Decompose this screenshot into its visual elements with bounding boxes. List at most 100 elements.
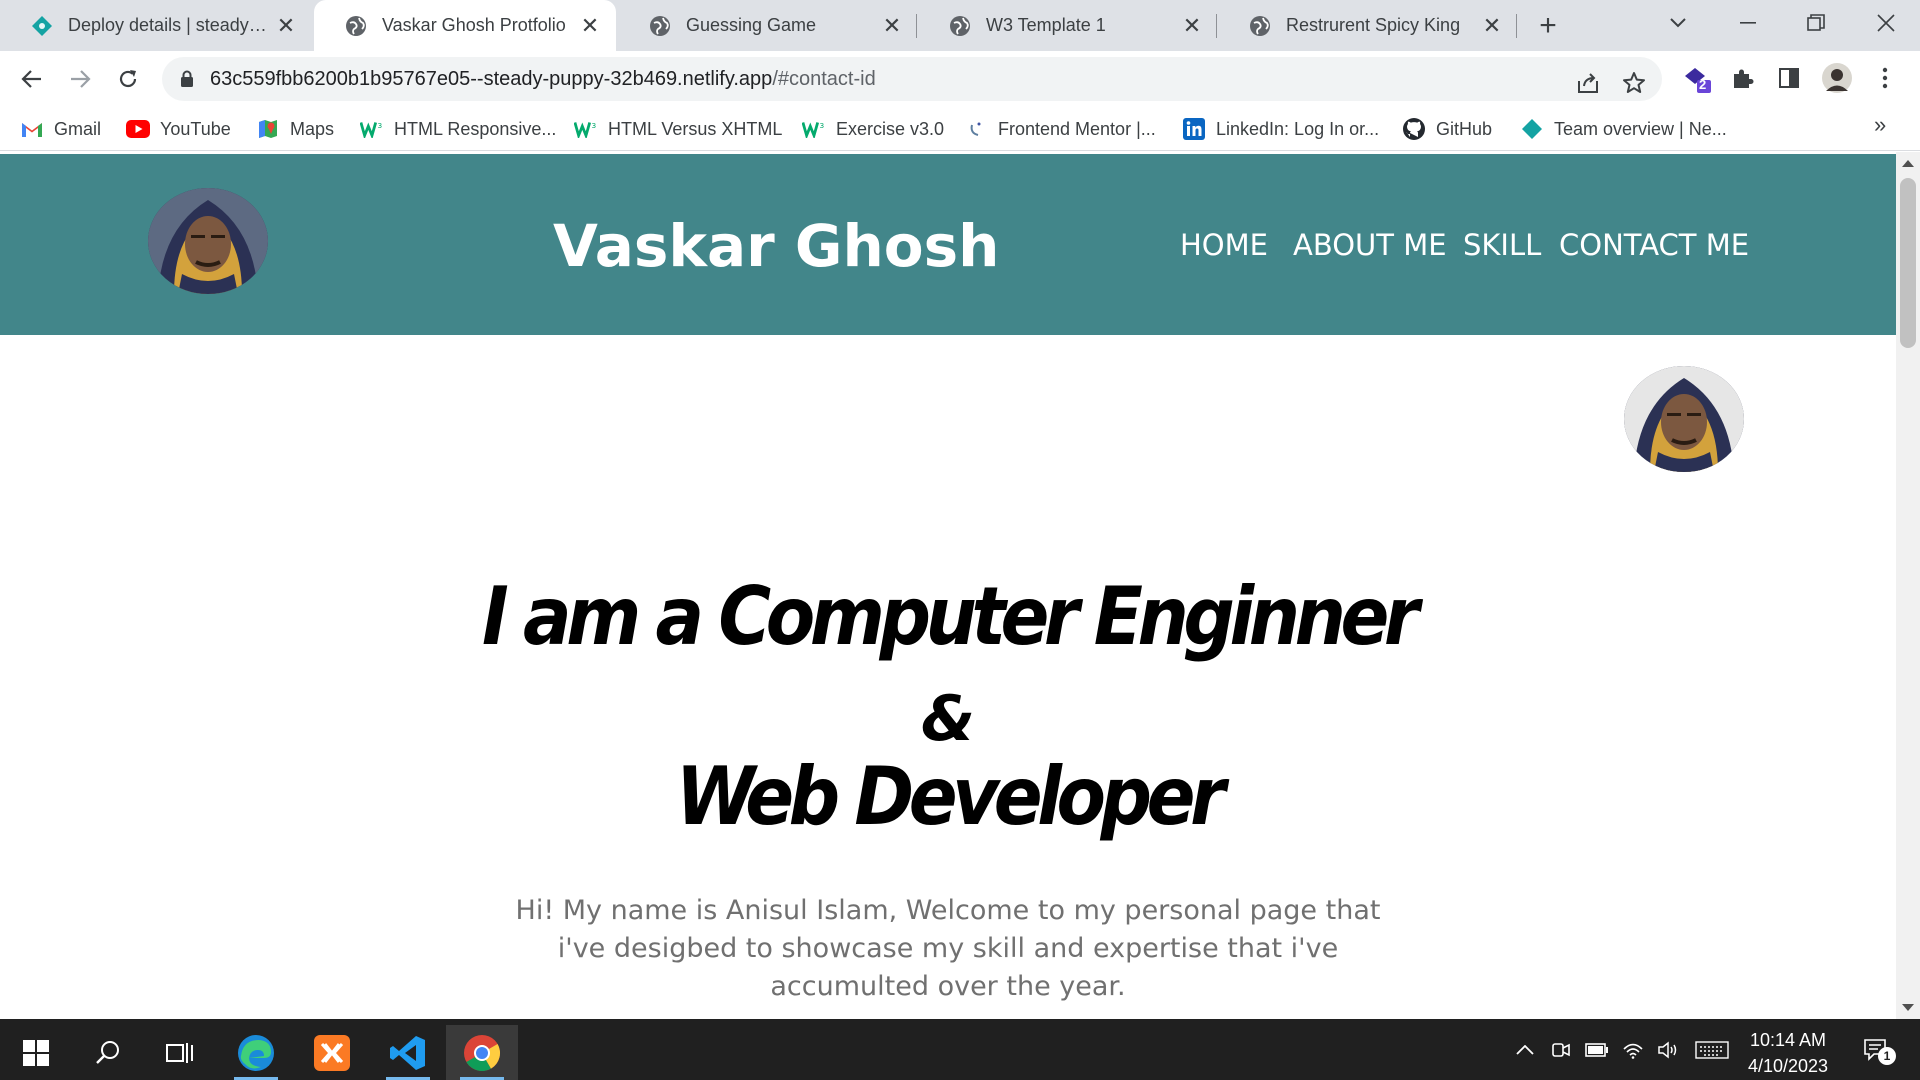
hero-heading-line-2: Web Developer <box>675 750 1226 843</box>
tab-title: Restrurent Spicy King <box>1286 15 1461 35</box>
bookmarks-overflow-button[interactable]: » <box>1874 112 1886 138</box>
bookmark-star-icon[interactable] <box>1618 67 1650 99</box>
svg-text:3: 3 <box>592 121 597 130</box>
wifi-icon[interactable] <box>1618 1037 1648 1063</box>
share-icon[interactable] <box>1572 67 1604 99</box>
tab-guessing-game[interactable]: Guessing Game ✕ <box>618 0 918 51</box>
scroll-up-arrow-icon[interactable] <box>1902 160 1914 167</box>
volume-icon[interactable] <box>1654 1037 1684 1063</box>
restore-window-icon[interactable] <box>1782 0 1850 46</box>
meet-now-icon[interactable] <box>1546 1037 1576 1063</box>
address-bar[interactable]: 63c559fbb6200b1b95767e05--steady-puppy-3… <box>162 57 1662 101</box>
tab-w3-template[interactable]: W3 Template 1 ✕ <box>918 0 1218 51</box>
scroll-down-arrow-icon[interactable] <box>1902 1004 1914 1011</box>
bookmark-label: HTML Responsive... <box>394 118 557 139</box>
extensions-puzzle-icon[interactable] <box>1726 61 1760 95</box>
close-window-icon[interactable] <box>1852 0 1920 46</box>
site-title: Vaskar Ghosh <box>553 212 1000 280</box>
close-tab-icon[interactable]: ✕ <box>1176 10 1208 42</box>
bookmarks-bar: Gmail YouTube Maps 3 HTML Responsive... … <box>0 107 1920 151</box>
tab-restaurant-spicy-king[interactable]: Restrurent Spicy King ✕ <box>1218 0 1518 51</box>
frontend-mentor-icon <box>964 117 988 141</box>
task-view-icon[interactable] <box>144 1025 216 1080</box>
forward-arrow-icon[interactable] <box>62 61 98 97</box>
globe-icon <box>344 14 368 38</box>
clock-date: 4/10/2023 <box>1747 1056 1829 1076</box>
tab-deploy-details[interactable]: Deploy details | steady-pu ✕ <box>0 0 312 51</box>
svg-text:3: 3 <box>378 121 383 130</box>
browser-toolbar: 63c559fbb6200b1b95767e05--steady-puppy-3… <box>0 51 1920 107</box>
tab-divider <box>1216 14 1217 38</box>
clock-time: 10:14 AM <box>1749 1030 1827 1050</box>
globe-icon <box>948 14 972 38</box>
bookmark-team-overview[interactable]: Team overview | Ne... <box>1520 115 1727 143</box>
bookmark-linkedin[interactable]: LinkedIn: Log In or... <box>1182 115 1379 143</box>
bookmark-exercise[interactable]: 3 Exercise v3.0 <box>802 115 944 143</box>
svg-text:3: 3 <box>820 121 825 130</box>
nav-home-link[interactable]: HOME <box>1180 228 1268 262</box>
side-panel-icon[interactable] <box>1772 61 1806 95</box>
bookmark-label: Team overview | Ne... <box>1554 118 1727 139</box>
reload-icon[interactable] <box>110 61 146 97</box>
lock-icon[interactable] <box>180 70 194 88</box>
tab-vaskar-portfolio[interactable]: Vaskar Ghosh Protfolio ✕ <box>314 0 616 51</box>
notification-center-icon[interactable]: 1 <box>1856 1033 1896 1067</box>
keyboard-icon[interactable] <box>1694 1037 1730 1063</box>
gmail-icon <box>20 117 44 141</box>
url-path: /#contact-id <box>772 67 876 90</box>
close-tab-icon[interactable]: ✕ <box>270 10 302 42</box>
bookmark-gmail[interactable]: Gmail <box>20 115 101 143</box>
bookmark-label: Frontend Mentor |... <box>998 118 1156 139</box>
youtube-icon <box>126 117 150 141</box>
back-arrow-icon[interactable] <box>14 61 50 97</box>
tab-divider <box>916 14 917 38</box>
bookmark-frontend-mentor[interactable]: Frontend Mentor |... <box>964 115 1156 143</box>
bookmark-label: HTML Versus XHTML <box>608 118 783 139</box>
chevron-up-icon[interactable] <box>1510 1037 1540 1063</box>
system-clock[interactable]: 10:14 AM 4/10/2023 <box>1730 1027 1846 1079</box>
hero-avatar <box>1624 366 1744 472</box>
bookmark-github[interactable]: GitHub <box>1402 115 1492 143</box>
bookmark-html-responsive[interactable]: 3 HTML Responsive... <box>360 115 556 143</box>
netlify-icon <box>30 14 54 38</box>
page-viewport: Vaskar Ghosh HOME ABOUT ME SKILL CONTACT… <box>0 152 1896 1019</box>
linkedin-icon <box>1182 117 1206 141</box>
bookmark-youtube[interactable]: YouTube <box>126 115 231 143</box>
bookmark-html-versus-xhtml[interactable]: 3 HTML Versus XHTML <box>574 115 782 143</box>
w3schools-icon: 3 <box>574 117 598 141</box>
hero-ampersand: & <box>920 682 976 755</box>
close-tab-icon[interactable]: ✕ <box>574 10 606 42</box>
bookmark-maps[interactable]: Maps <box>256 115 334 143</box>
search-icon[interactable] <box>72 1025 144 1080</box>
scrollbar-thumb[interactable] <box>1900 178 1916 348</box>
hero-heading-line-1: I am a Computer Enginner <box>481 570 1419 663</box>
close-tab-icon[interactable]: ✕ <box>1476 10 1508 42</box>
extension-badge-icon[interactable]: 2 <box>1680 61 1714 95</box>
nav-skill-link[interactable]: SKILL <box>1463 228 1541 262</box>
nav-contact-me-link[interactable]: CONTACT ME <box>1559 228 1749 262</box>
minimize-window-icon[interactable] <box>1714 0 1782 46</box>
profile-avatar[interactable] <box>1820 61 1854 95</box>
tab-title: Vaskar Ghosh Protfolio <box>382 15 566 35</box>
xampp-icon[interactable] <box>296 1025 368 1080</box>
w3schools-icon: 3 <box>360 117 384 141</box>
new-tab-button[interactable]: + <box>1530 8 1566 44</box>
maps-icon <box>256 117 280 141</box>
edge-icon[interactable] <box>220 1025 292 1080</box>
site-header: Vaskar Ghosh HOME ABOUT ME SKILL CONTACT… <box>0 154 1896 335</box>
tab-title: Guessing Game <box>686 15 817 35</box>
battery-icon[interactable] <box>1582 1037 1612 1063</box>
tab-title: Deploy details | steady-pu <box>68 15 270 35</box>
tab-search-chevron-icon[interactable] <box>1644 0 1712 46</box>
vscode-icon[interactable] <box>372 1025 444 1080</box>
page-scrollbar[interactable] <box>1896 152 1920 1019</box>
nav-about-me-link[interactable]: ABOUT ME <box>1293 228 1447 262</box>
w3schools-icon: 3 <box>802 117 826 141</box>
header-avatar <box>148 188 268 294</box>
chrome-icon[interactable] <box>446 1025 518 1080</box>
close-tab-icon[interactable]: ✕ <box>876 10 908 42</box>
notification-count: 1 <box>1878 1047 1896 1065</box>
tab-divider <box>1516 14 1517 38</box>
chrome-menu-icon[interactable] <box>1868 61 1902 95</box>
start-icon[interactable] <box>0 1025 72 1080</box>
